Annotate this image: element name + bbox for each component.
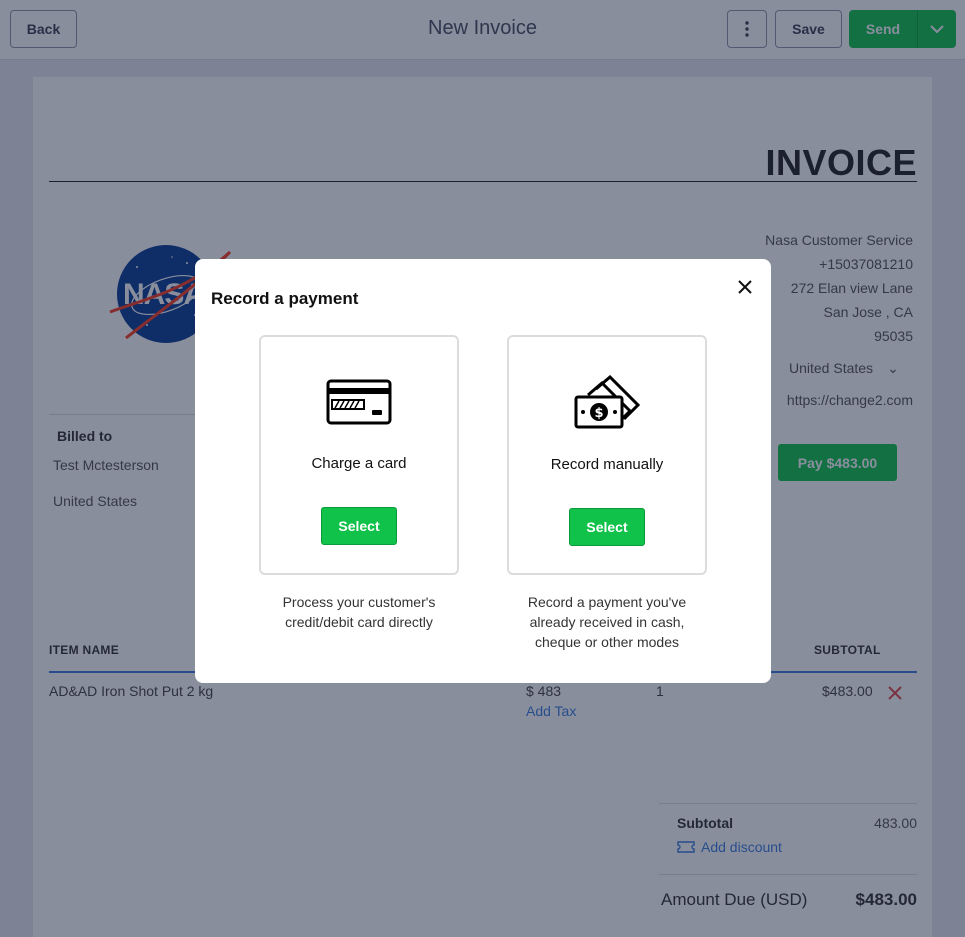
close-modal-button[interactable] <box>735 277 755 297</box>
description-line: credit/debit card directly <box>285 614 433 630</box>
record-manually-label: Record manually <box>550 456 664 473</box>
description-line: cheque or other modes <box>535 634 679 650</box>
description-line: Process your customer's <box>282 594 436 610</box>
description-line: Record a payment you've <box>527 594 687 610</box>
close-icon <box>738 280 752 294</box>
record-manually-description: Record a payment you've already received… <box>507 592 707 652</box>
select-charge-card-button[interactable]: Select <box>321 507 397 545</box>
charge-card-label: Charge a card <box>311 455 407 472</box>
svg-text:$: $ <box>594 406 603 421</box>
modal-title: Record a payment <box>211 289 359 308</box>
charge-card-description: Process your customer's credit/debit car… <box>259 592 459 632</box>
charge-card-option[interactable]: Charge a card Select <box>259 335 459 575</box>
record-payment-modal: Record a payment Charge a card Select $ … <box>195 259 771 683</box>
credit-card-icon <box>326 379 392 425</box>
cash-icon: $ <box>574 375 640 429</box>
description-line: already received in cash, <box>529 614 685 630</box>
record-manually-option[interactable]: $ Record manually Select <box>507 335 707 575</box>
select-record-manually-button[interactable]: Select <box>569 508 645 546</box>
